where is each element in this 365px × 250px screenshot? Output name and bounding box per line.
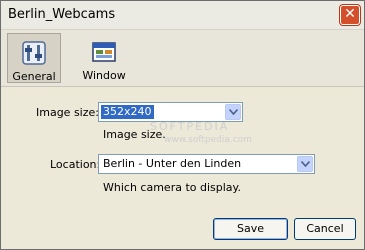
general-panel: Image size: 352x240 Image size. Location…	[6, 87, 359, 246]
location-value: Berlin - Unter den Linden	[103, 157, 242, 170]
chevron-down-icon	[300, 161, 310, 167]
image-size-value: 352x240	[101, 105, 154, 119]
tab-general-label: General	[12, 70, 56, 83]
save-button[interactable]: Save	[213, 218, 288, 240]
tab-window[interactable]: Window	[77, 33, 131, 83]
settings-general-icon	[22, 41, 46, 65]
cancel-button[interactable]: Cancel	[294, 218, 356, 240]
image-size-select[interactable]: 352x240	[98, 102, 243, 122]
image-size-label: Image size:	[36, 106, 99, 119]
watermark-url: www.softpedia.com	[164, 135, 252, 145]
tab-window-label: Window	[82, 69, 126, 82]
toolbar: General Window	[1, 30, 364, 87]
close-button[interactable]: ✕	[340, 5, 360, 25]
image-size-dropdown-button[interactable]	[225, 104, 241, 120]
window-title: Berlin_Webcams	[8, 7, 116, 22]
tab-general[interactable]: General	[7, 33, 61, 83]
settings-window: Berlin_Webcams ✕ General Window Image si…	[0, 0, 365, 250]
location-dropdown-button[interactable]	[297, 156, 313, 172]
location-hint: Which camera to display.	[103, 181, 241, 194]
title-bar: Berlin_Webcams ✕	[1, 1, 364, 30]
watermark-brand: SOFTPEDIA	[150, 120, 230, 133]
location-label: Location:	[50, 158, 101, 171]
location-select[interactable]: Berlin - Unter den Linden	[98, 154, 315, 174]
window-icon	[92, 42, 116, 62]
chevron-down-icon	[228, 109, 238, 115]
